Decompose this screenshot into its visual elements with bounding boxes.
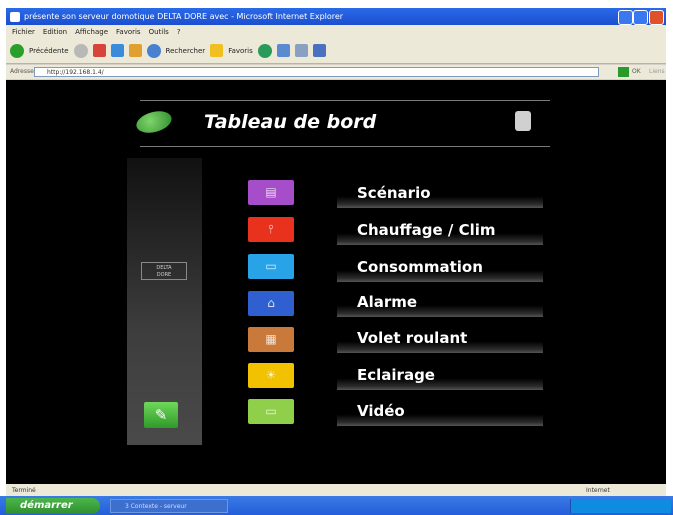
minimize-button[interactable] (618, 10, 633, 25)
taskbar: démarrer 3 Contexte - serveur (0, 496, 673, 515)
maximize-button[interactable] (633, 10, 648, 25)
links-label[interactable]: Liens (649, 68, 665, 75)
page-title: Tableau de bord (204, 111, 377, 133)
refresh-icon[interactable] (110, 44, 124, 57)
settings-button[interactable]: ✎ (144, 402, 178, 428)
address-input[interactable]: http://192.168.1.4/ (34, 67, 599, 77)
ie-icon (10, 11, 20, 22)
close-button[interactable] (649, 10, 664, 25)
status-text: Terminé (12, 486, 36, 494)
menu-item-video[interactable]: Vidéo (337, 400, 543, 426)
menu-item-chauffage[interactable]: Chauffage / Clim (337, 219, 543, 245)
menu-tools[interactable]: Outils (149, 28, 169, 36)
menu-item-volet-roulant[interactable]: Volet roulant (337, 327, 543, 353)
start-button[interactable]: démarrer (6, 498, 100, 514)
mail-icon[interactable] (276, 44, 290, 57)
menu-help[interactable]: ? (177, 28, 181, 36)
menu-edit[interactable]: Edition (43, 28, 67, 36)
brand-logo: DELTA DORE (141, 262, 187, 280)
chart-icon[interactable]: ▭ (248, 254, 294, 279)
wrench-icon: ✎ (154, 406, 168, 424)
browser-window: présente son serveur domotique DELTA DOR… (6, 8, 666, 508)
taskbar-item[interactable]: 3 Contexte - serveur (110, 499, 228, 513)
window-titlebar: présente son serveur domotique DELTA DOR… (6, 8, 666, 25)
video-icon[interactable]: ▭ (248, 399, 294, 424)
bulb-icon[interactable]: ☀ (248, 363, 294, 388)
thermometer-icon[interactable]: ⫯ (248, 217, 294, 242)
status-bar: Terminé Internet (6, 484, 666, 496)
menu-item-alarme[interactable]: Alarme (337, 291, 543, 317)
house-alarm-icon[interactable]: ⌂ (248, 291, 294, 316)
print-icon[interactable] (294, 44, 308, 57)
system-tray (570, 499, 671, 513)
page-content (6, 80, 666, 484)
menu-file[interactable]: Fichier (12, 28, 35, 36)
menu-item-eclairage[interactable]: Eclairage (337, 364, 543, 390)
menu-item-scenario[interactable]: Scénario (337, 182, 543, 208)
toolbar: Précédente Rechercher Favoris (6, 38, 666, 64)
go-icon[interactable] (618, 67, 629, 77)
address-bar: Adresse http://192.168.1.4/ OK Liens (6, 65, 666, 79)
go-button[interactable]: OK (632, 68, 641, 75)
address-label: Adresse (10, 68, 34, 75)
favorites-label[interactable]: Favoris (228, 47, 253, 55)
back-icon[interactable] (10, 43, 24, 58)
title-divider-bottom (140, 146, 550, 147)
forward-icon[interactable] (73, 43, 88, 58)
menu-favorites[interactable]: Favoris (116, 28, 141, 36)
edit-icon[interactable] (312, 44, 326, 57)
title-divider-top (140, 100, 550, 101)
menu-item-consommation[interactable]: Consommation (337, 256, 543, 282)
shutter-icon[interactable]: ▦ (248, 327, 294, 352)
history-icon[interactable] (257, 43, 272, 58)
search-icon[interactable] (146, 43, 161, 58)
stop-icon[interactable] (92, 44, 106, 57)
home-icon[interactable] (128, 44, 142, 57)
status-zone: Internet (586, 486, 610, 494)
menu-view[interactable]: Affichage (75, 28, 108, 36)
window-title: présente son serveur domotique DELTA DOR… (24, 12, 344, 21)
favorites-icon[interactable] (210, 44, 224, 57)
menu-bar: Fichier Edition Affichage Favoris Outils… (6, 25, 666, 38)
scenario-icon[interactable]: ▤ (248, 180, 294, 205)
back-label[interactable]: Précédente (29, 47, 69, 55)
search-label[interactable]: Rechercher (166, 47, 206, 55)
lock-icon[interactable] (515, 111, 531, 131)
